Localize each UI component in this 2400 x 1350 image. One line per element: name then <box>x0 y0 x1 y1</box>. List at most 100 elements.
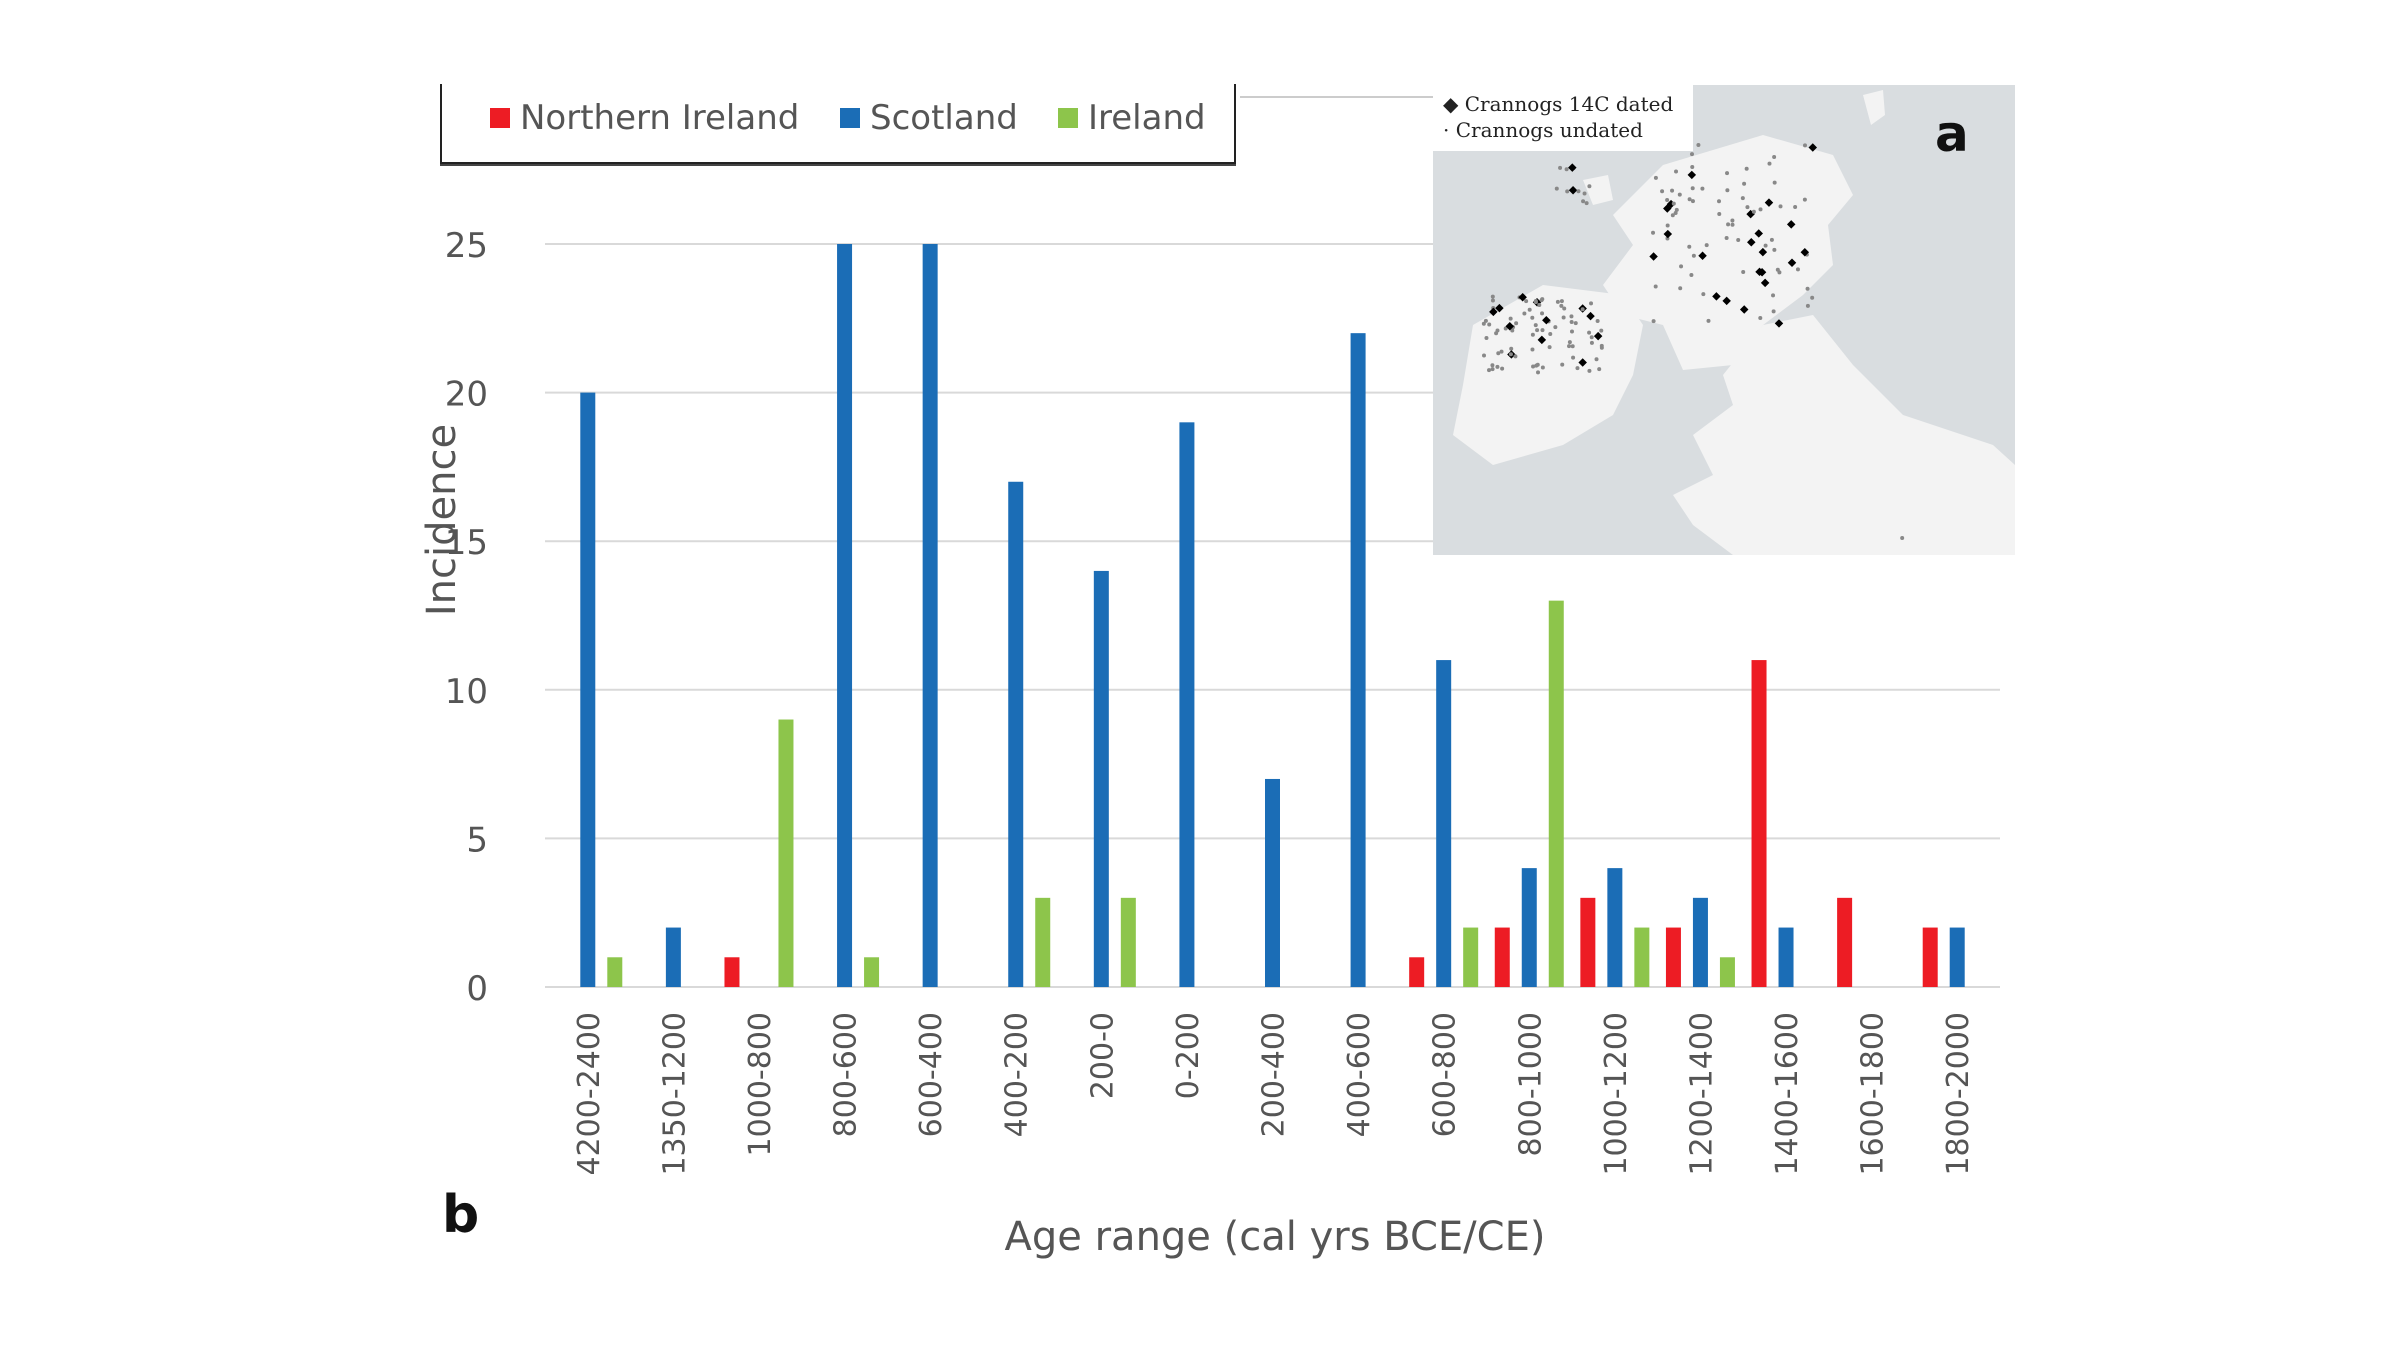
bar-scotland <box>580 392 596 988</box>
map-point-undated <box>1569 329 1574 334</box>
map-point-undated <box>1530 332 1535 337</box>
map-point-undated <box>1670 188 1675 193</box>
legend-item-scotland: Scotland <box>840 98 1018 138</box>
map-point-undated <box>1772 155 1777 160</box>
map-point-undated <box>1802 143 1807 148</box>
map-point-undated <box>1490 294 1495 299</box>
map-point-undated <box>1524 299 1529 304</box>
x-axis-label: Age range (cal yrs BCE/CE) <box>1005 1214 1546 1260</box>
map-point-undated <box>1533 299 1538 304</box>
map-point-undated <box>1589 335 1594 340</box>
map-point-undated <box>1535 328 1540 333</box>
map-point-undated <box>1805 286 1810 291</box>
map-point-undated <box>1558 165 1563 170</box>
map-point-undated <box>1726 222 1731 227</box>
map-point-undated <box>1706 318 1711 323</box>
x-tick-label: 1350-1200 <box>657 1012 692 1176</box>
map-point-undated <box>1509 346 1514 351</box>
map-point-undated <box>1567 344 1572 349</box>
map-point-undated <box>1595 318 1600 323</box>
map-point-undated <box>1554 186 1559 191</box>
map-point-undated <box>1513 354 1518 359</box>
map-point-undated <box>1674 169 1679 174</box>
map-point-undated <box>1771 309 1776 314</box>
x-tick-label: 200-0 <box>1085 1012 1120 1099</box>
bar-scotland <box>1265 778 1280 987</box>
map-point-undated <box>1767 161 1772 166</box>
map-point-undated <box>1490 367 1495 372</box>
bar-northern-ireland <box>1751 660 1767 987</box>
map-point-undated <box>1671 201 1676 206</box>
map-point-undated <box>1553 325 1558 330</box>
map-point-undated <box>1589 301 1594 306</box>
map-point-undated <box>1587 368 1592 373</box>
map-point-undated <box>1665 223 1670 228</box>
map-point-undated <box>1599 345 1604 350</box>
map-point-undated <box>1730 222 1735 227</box>
map-point-undated <box>1775 267 1780 272</box>
x-tick-label: 200-400 <box>1257 1012 1292 1137</box>
map-point-undated <box>1571 355 1576 360</box>
map-land-shapes <box>1453 90 2015 555</box>
map-point-undated <box>1701 292 1706 297</box>
map-point-undated <box>1555 299 1560 304</box>
map-point-undated <box>1540 328 1545 333</box>
map-point-undated <box>1587 330 1592 335</box>
map-point-undated <box>1653 175 1658 180</box>
map-point-undated <box>1689 273 1694 278</box>
map-point-undated <box>1536 370 1541 375</box>
x-tick-label: 1200-1400 <box>1684 1012 1719 1176</box>
x-tick-label: 1000-1200 <box>1599 1012 1634 1176</box>
map-point-undated <box>1741 270 1746 275</box>
map-point-undated <box>1494 331 1499 336</box>
map-point-undated <box>1565 189 1570 194</box>
map-point-undated <box>1490 298 1495 303</box>
map-shetland <box>1863 90 1885 125</box>
map-point-undated <box>1584 201 1589 206</box>
map-point-undated <box>1689 152 1694 157</box>
inset-map-crannogs: ◆ Crannogs 14C dated · Crannogs undated <box>1433 85 2015 555</box>
bar-northern-ireland <box>1580 897 1596 987</box>
y-tick-labels: 0510152025 <box>445 226 488 1009</box>
map-point-undated <box>1810 295 1815 300</box>
legend-swatch <box>1058 108 1078 128</box>
map-point-undated <box>1527 307 1532 312</box>
map-legend-dated: ◆ Crannogs 14C dated <box>1443 92 1674 116</box>
legend-connector-line <box>1240 96 1435 98</box>
map-point-undated <box>1487 322 1492 327</box>
map-point-undated <box>1745 205 1750 210</box>
map-point-undated <box>1665 197 1670 202</box>
map-point-undated <box>1690 199 1695 204</box>
bar-scotland <box>1607 868 1623 987</box>
map-point-undated <box>1742 181 1747 186</box>
map-point-undated <box>1795 267 1800 272</box>
bar-scotland <box>837 244 853 987</box>
map-point-undated <box>1481 321 1486 326</box>
map-point-undated <box>1690 164 1695 169</box>
map-point-undated <box>1539 298 1544 303</box>
x-tick-label: 1000-800 <box>743 1012 778 1156</box>
bar-northern-ireland <box>1494 927 1510 987</box>
map-point-undated <box>1704 243 1709 248</box>
x-tick-label: 1600-1800 <box>1856 1012 1891 1176</box>
map-point-undated <box>1900 535 1905 540</box>
x-tick-labels: 4200-2400 1350-1200 1000-800 800-600 600-400… <box>572 1012 1976 1176</box>
map-point-undated <box>1575 366 1580 371</box>
map-point-undated <box>1763 243 1768 248</box>
bar-ireland <box>1035 897 1051 987</box>
map-point-undated <box>1744 166 1749 171</box>
bar-ireland <box>607 957 623 987</box>
map-point-undated <box>1548 331 1553 336</box>
map-point-undated <box>1594 357 1599 362</box>
map-point-undated <box>1482 353 1487 358</box>
map-point-undated <box>1564 167 1569 172</box>
x-tick-label: 4200-2400 <box>572 1012 607 1176</box>
map-point-undated <box>1730 218 1735 223</box>
map-point-undated <box>1724 235 1729 240</box>
x-tick-label: 1800-2000 <box>1941 1012 1976 1176</box>
x-tick-label: 0-200 <box>1171 1012 1206 1099</box>
y-axis-label: Incidence <box>419 424 465 616</box>
map-point-undated <box>1696 143 1701 148</box>
bar-ireland <box>1548 600 1564 987</box>
map-point-undated <box>1569 314 1574 319</box>
